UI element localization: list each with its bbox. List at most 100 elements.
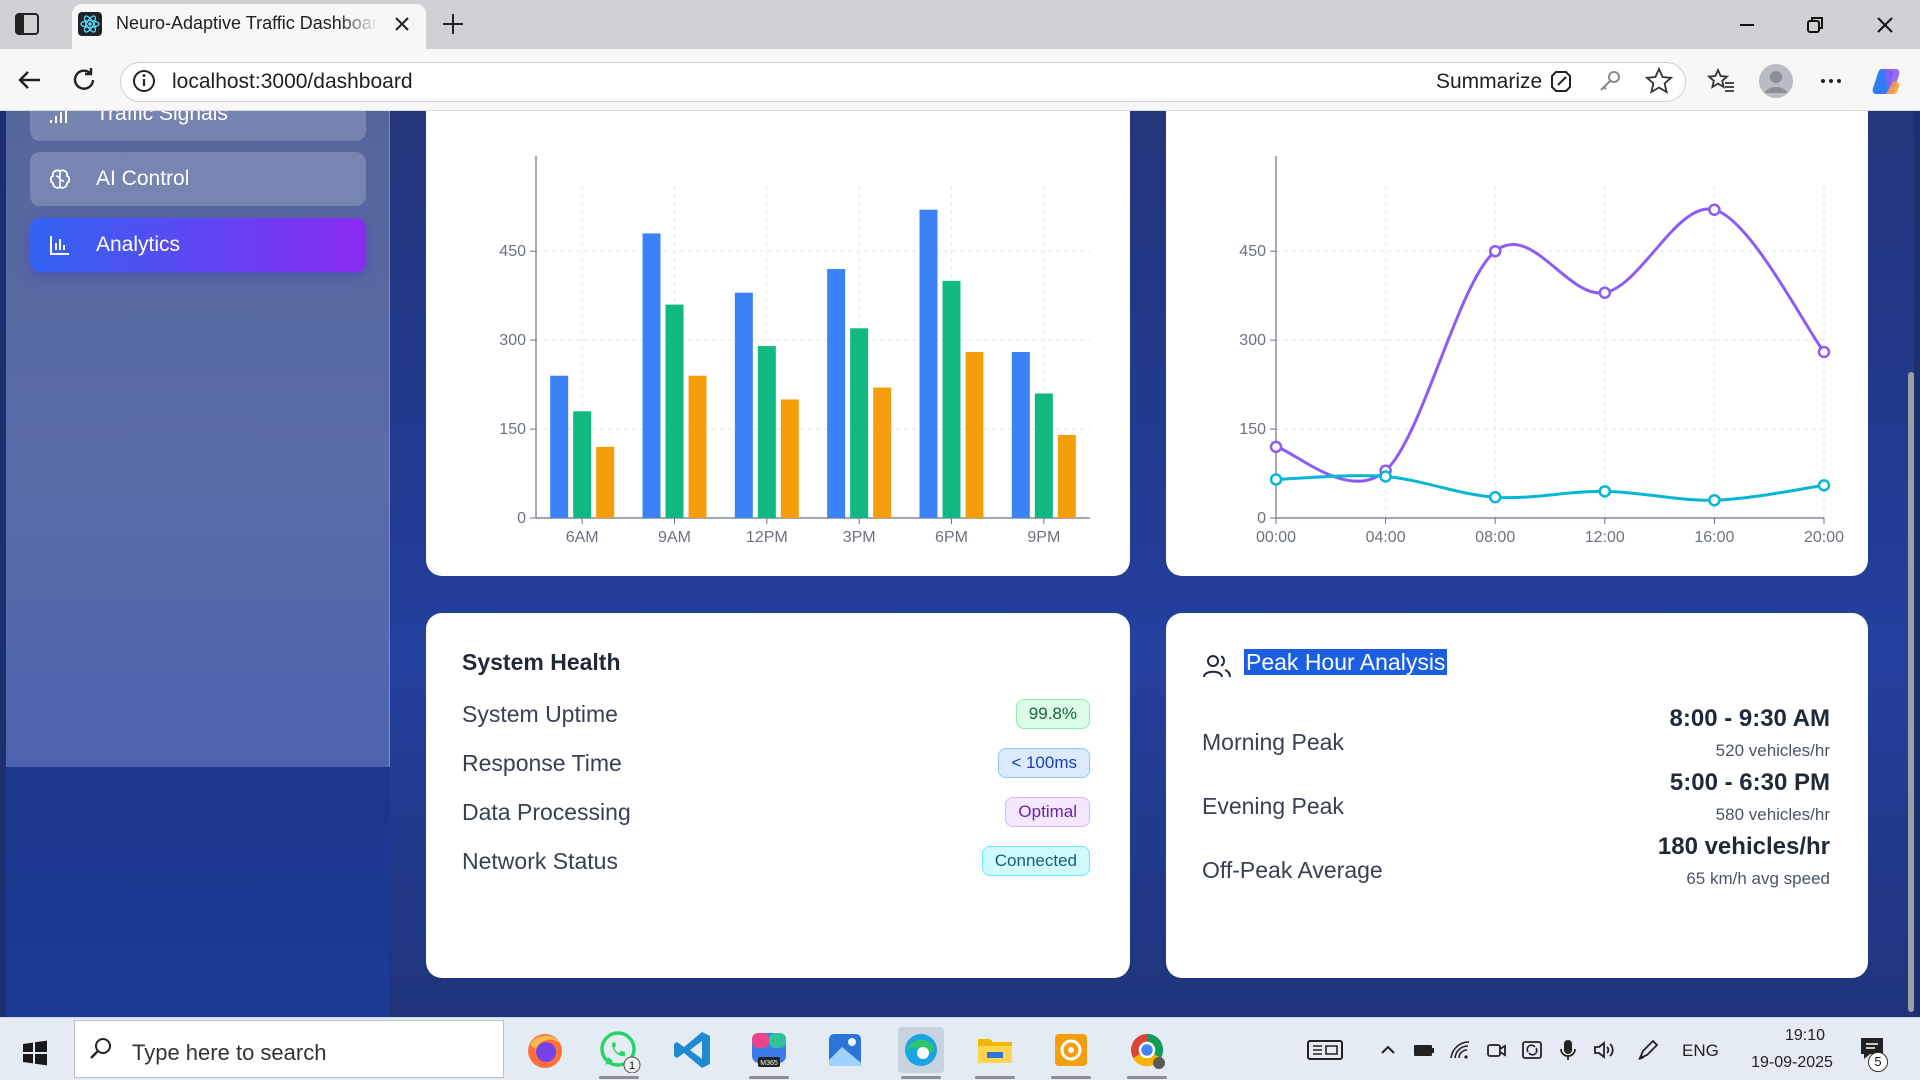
pen-icon[interactable] <box>1636 1038 1660 1062</box>
sidebar-item-traffic-signals[interactable]: Traffic Signals <box>30 111 366 141</box>
media-app-icon[interactable] <box>1048 1027 1094 1073</box>
vscode-icon[interactable] <box>670 1027 716 1073</box>
bar-chart-bar[interactable] <box>965 352 984 518</box>
restore-icon[interactable] <box>1800 10 1830 40</box>
copilot-icon[interactable] <box>1868 63 1904 99</box>
photos-icon[interactable] <box>822 1027 868 1073</box>
chrome-icon[interactable] <box>1124 1027 1170 1073</box>
minimize-icon[interactable] <box>1732 10 1762 40</box>
bar-chart-bar[interactable] <box>550 375 569 518</box>
summarize-button[interactable]: Summarize <box>1436 70 1542 94</box>
news-widget-icon[interactable] <box>1306 1038 1344 1062</box>
bar-chart-bar[interactable] <box>688 375 707 518</box>
bar-chart-bar[interactable] <box>1057 435 1076 518</box>
sync-icon[interactable] <box>1520 1038 1544 1062</box>
language-indicator[interactable]: ENG <box>1682 1041 1719 1061</box>
whatsapp-badge: 1 <box>629 1060 635 1072</box>
firefox-icon[interactable] <box>522 1027 568 1073</box>
line-chart-point[interactable] <box>1488 491 1502 504</box>
bar-chart-bar[interactable] <box>919 209 938 518</box>
sidebar-item-ai-control[interactable]: AI Control <box>30 152 366 206</box>
sidebar-item-analytics[interactable]: Analytics <box>30 218 366 272</box>
microphone-icon[interactable] <box>1556 1038 1580 1062</box>
system-health-row: System Uptime 99.8% <box>462 699 1090 733</box>
url-text[interactable]: localhost:3000/dashboard <box>172 70 413 94</box>
bar-chart-bar[interactable] <box>734 292 753 518</box>
key-icon[interactable] <box>1596 67 1624 95</box>
line-chart-point[interactable] <box>1379 470 1392 483</box>
bar-chart-bar[interactable] <box>827 269 846 518</box>
line-chart-point[interactable] <box>1598 286 1612 299</box>
camera-icon[interactable] <box>1484 1038 1508 1062</box>
profile-avatar[interactable] <box>1758 63 1794 99</box>
brain-icon <box>49 169 71 189</box>
line-chart-point[interactable] <box>1269 440 1283 454</box>
status-badge: < 100ms <box>998 748 1090 778</box>
line-chart-point[interactable] <box>1488 244 1502 258</box>
bar-chart-bar[interactable] <box>873 387 892 518</box>
react-atom-icon <box>78 12 102 36</box>
line-chart-point[interactable] <box>1817 345 1831 359</box>
tab-actions-icon[interactable] <box>14 12 40 36</box>
bar-chart-bar[interactable] <box>573 411 592 518</box>
bar-chart-bar[interactable] <box>850 328 869 518</box>
peak-hour-row: Evening Peak 5:00 - 6:30 PM 580 vehicles/h… <box>1202 769 1830 839</box>
line-chart-point[interactable] <box>1817 479 1831 492</box>
status-badge: Optimal <box>1005 797 1090 827</box>
windows-start-icon[interactable] <box>22 1040 48 1066</box>
tab-close-icon[interactable] <box>392 14 412 34</box>
clock-date[interactable]: 19-09-2025 <box>1736 1054 1848 1072</box>
wifi-icon[interactable] <box>1448 1038 1472 1062</box>
copilot-summarize-icon[interactable] <box>1548 67 1576 95</box>
chevron-up-icon[interactable] <box>1376 1038 1400 1062</box>
bar-chart-ytick-label: 150 <box>499 421 526 438</box>
health-metric-label: Response Time <box>462 750 622 776</box>
sidebar-item-label: AI Control <box>96 167 190 190</box>
traffic-trend-line-chart: 0 150 300 450 00:00 04:00 08:00 12:00 16:00 20:00 <box>1239 156 1844 546</box>
bar-chart-ytick-label: 0 <box>517 510 526 527</box>
bar-chart-bar[interactable] <box>596 446 615 518</box>
bar-chart-bar[interactable] <box>942 280 961 518</box>
more-options-icon[interactable] <box>1816 66 1846 96</box>
new-tab-icon[interactable] <box>440 11 466 37</box>
favorites-icon[interactable] <box>1706 66 1736 96</box>
line-chart-ytick-label: 300 <box>1239 332 1266 349</box>
battery-icon[interactable] <box>1412 1038 1436 1062</box>
signal-bars-icon <box>50 111 67 123</box>
bar-chart-bar[interactable] <box>1034 393 1053 519</box>
line-chart-point[interactable] <box>1598 485 1612 498</box>
taskbar-running-indicator <box>975 1076 1015 1079</box>
bar-chart-bar[interactable] <box>642 233 661 518</box>
clock-time[interactable]: 19:10 <box>1762 1027 1848 1045</box>
line-chart-point[interactable] <box>1708 493 1721 507</box>
notifications-badge: 5 <box>1868 1052 1888 1072</box>
volume-icon[interactable] <box>1592 1038 1616 1062</box>
svg-text:M365: M365 <box>760 1060 778 1067</box>
line-chart-ytick-label: 450 <box>1239 243 1266 260</box>
bar-chart-bar[interactable] <box>665 304 684 518</box>
taskbar-running-indicator <box>749 1076 789 1079</box>
system-health-title: System Health <box>462 649 621 675</box>
line-chart-point[interactable] <box>1269 473 1283 486</box>
line-chart-series-line <box>1275 474 1825 502</box>
bar-chart-bar[interactable] <box>757 346 776 518</box>
microsoft-365-icon[interactable]: M365 <box>746 1027 792 1073</box>
site-info-icon[interactable] <box>130 67 158 95</box>
sidebar-item-label: Analytics <box>96 233 181 256</box>
reload-icon[interactable] <box>68 64 100 96</box>
line-chart-point[interactable] <box>1708 203 1721 216</box>
close-window-icon[interactable] <box>1870 10 1900 40</box>
peak-hour-title-text: Peak Hour Analysis <box>1244 649 1448 675</box>
page-scrollbar-thumb[interactable] <box>1908 372 1914 1012</box>
edge-browser-icon[interactable] <box>898 1027 944 1073</box>
bar-chart-xtick-label: 3PM <box>843 529 876 546</box>
bar-chart-bar[interactable] <box>1011 352 1030 518</box>
status-badge: 99.8% <box>1015 699 1090 729</box>
bar-chart-bar[interactable] <box>780 399 799 518</box>
file-explorer-icon[interactable] <box>972 1027 1018 1073</box>
back-arrow-icon[interactable] <box>14 64 46 96</box>
whatsapp-icon[interactable]: 1 <box>596 1027 642 1073</box>
favorite-star-icon[interactable] <box>1644 66 1674 96</box>
peak-period-label: Off-Peak Average <box>1202 857 1383 883</box>
line-chart-ytick-label: 0 <box>1257 510 1266 527</box>
